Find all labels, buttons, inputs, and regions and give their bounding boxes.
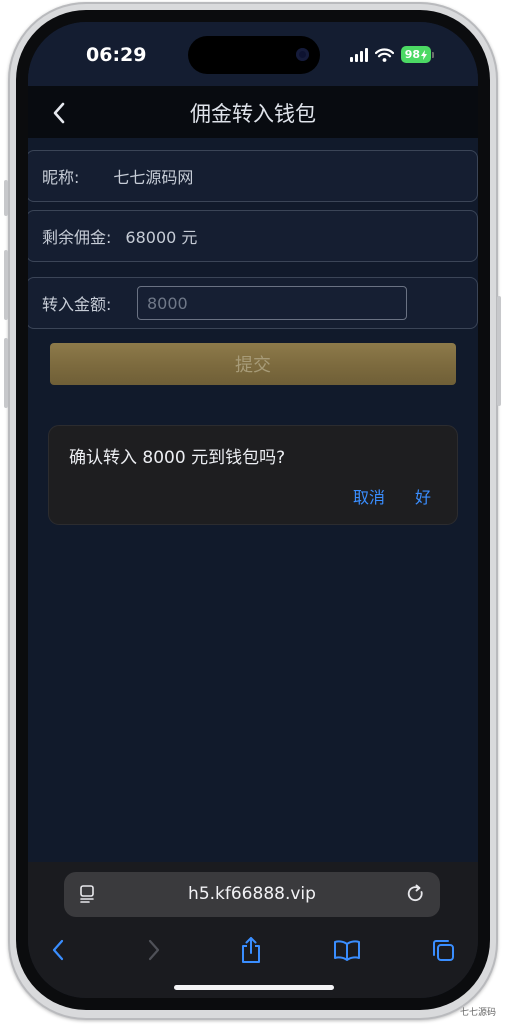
transfer-amount-label: 转入金额: xyxy=(42,295,112,314)
remaining-commission-label: 剩余佣金: xyxy=(42,228,112,247)
status-bar: 06:29 98 xyxy=(28,22,478,86)
transfer-amount-input[interactable] xyxy=(137,286,407,320)
url-text: h5.kf66888.vip xyxy=(188,884,316,904)
confirm-dialog-message: 确认转入 8000 元到钱包吗? xyxy=(69,448,286,468)
browser-toolbar xyxy=(28,932,478,968)
share-icon xyxy=(242,937,260,963)
battery-level: 98 xyxy=(404,48,420,61)
transfer-amount-row: 转入金额: xyxy=(28,277,478,329)
watermark: 七七源码 xyxy=(459,1008,496,1018)
nickname-label: 昵称: xyxy=(42,168,80,187)
charging-bolt-icon xyxy=(421,49,427,60)
nav-bar: 佣金转入钱包 xyxy=(28,86,478,138)
volume-up-button xyxy=(4,250,8,320)
status-icons: 98 xyxy=(349,46,434,63)
wifi-icon xyxy=(374,47,394,62)
cellular-signal-icon xyxy=(349,47,368,62)
chevron-left-icon xyxy=(52,939,64,961)
home-indicator xyxy=(174,985,334,990)
action-button xyxy=(4,180,8,216)
remaining-commission-value: 68000 元 xyxy=(125,228,198,247)
camera-icon xyxy=(296,48,309,61)
power-button xyxy=(497,296,501,406)
reload-icon[interactable] xyxy=(406,884,426,904)
ok-button[interactable]: 好 xyxy=(415,484,431,508)
nickname-value: 七七源码网 xyxy=(113,168,194,187)
tabs-icon xyxy=(433,940,454,961)
submit-button[interactable]: 提交 xyxy=(50,343,456,385)
battery-icon: 98 xyxy=(400,46,434,63)
status-time: 06:29 xyxy=(86,44,147,66)
book-icon xyxy=(334,940,360,961)
volume-down-button xyxy=(4,338,8,408)
screen: 06:29 98 佣金转入钱包 昵称: 七七源码网 剩余佣金: 68000 元 … xyxy=(28,22,478,998)
cancel-button[interactable]: 取消 xyxy=(353,484,385,508)
bookmarks-button[interactable] xyxy=(329,932,365,968)
address-bar[interactable]: h5.kf66888.vip xyxy=(64,872,440,917)
chevron-right-icon xyxy=(148,939,160,961)
browser-bottom-bar: h5.kf66888.vip xyxy=(28,862,478,998)
main-content: 昵称: 七七源码网 剩余佣金: 68000 元 转入金额: 提交 确认转入 80… xyxy=(28,138,478,866)
remaining-commission-row: 剩余佣金: 68000 元 xyxy=(28,210,478,262)
browser-forward-button[interactable] xyxy=(136,932,172,968)
confirm-dialog-actions: 取消 好 xyxy=(353,484,431,508)
page-title: 佣金转入钱包 xyxy=(190,102,316,126)
tabs-button[interactable] xyxy=(425,932,461,968)
confirm-dialog: 确认转入 8000 元到钱包吗? 取消 好 xyxy=(48,425,458,525)
nickname-row: 昵称: 七七源码网 xyxy=(28,150,478,202)
dynamic-island xyxy=(188,36,320,74)
browser-back-button[interactable] xyxy=(40,932,76,968)
share-button[interactable] xyxy=(233,932,269,968)
